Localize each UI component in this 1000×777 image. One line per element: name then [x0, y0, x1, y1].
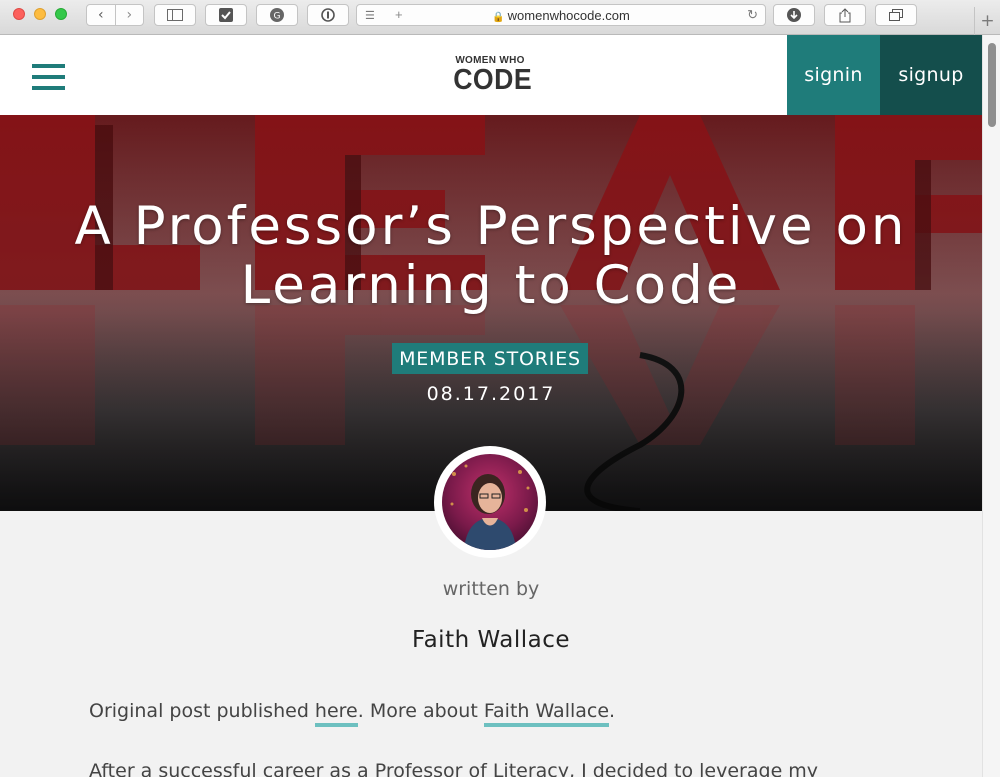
minimize-window-icon[interactable]	[34, 8, 46, 20]
back-icon[interactable]: ‹	[87, 5, 116, 25]
forward-icon[interactable]: ›	[116, 5, 144, 25]
author-name[interactable]: Faith Wallace	[0, 627, 982, 653]
address-url: 🔒 womenwhocode.com	[357, 8, 765, 23]
intro-text-middle: . More about	[357, 700, 484, 722]
sidebar-icon	[167, 9, 183, 21]
site-logo[interactable]: WOMEN WHO CODE	[450, 55, 533, 96]
new-tab-plus: +	[980, 11, 995, 31]
checklist-extension-button[interactable]	[205, 4, 247, 26]
article-title: A Professor’s Perspective on Learning to…	[0, 197, 982, 315]
address-bar[interactable]: ☰ + 🔒 womenwhocode.com ↻	[356, 4, 766, 26]
written-by-label: written by	[442, 578, 540, 600]
lock-icon: 🔒	[492, 12, 505, 23]
share-button[interactable]	[824, 4, 866, 26]
author-profile-link[interactable]: Faith Wallace	[483, 700, 610, 727]
tab-overview-button[interactable]	[875, 4, 917, 26]
logo-main-text: CODE	[453, 64, 533, 96]
history-nav: ‹ ›	[86, 4, 144, 26]
tabs-icon	[889, 9, 903, 21]
intro-text-after: .	[609, 700, 616, 722]
signin-button[interactable]: signin	[787, 35, 880, 115]
zoom-window-icon[interactable]	[55, 8, 67, 20]
browser-toolbar: ‹ › G ☰ + 🔒 womenwhocode.com ↻ +	[0, 0, 1000, 35]
sidebar-toggle-button[interactable]	[154, 4, 196, 26]
site-header: WOMEN WHO CODE signin signup	[0, 35, 982, 115]
intro-text-before: Original post published	[89, 700, 315, 722]
1password-icon	[321, 8, 335, 22]
reload-icon[interactable]: ↻	[747, 7, 758, 23]
signup-button[interactable]: signup	[880, 35, 982, 115]
scrollbar-thumb[interactable]	[988, 43, 996, 127]
page-scrollbar[interactable]	[982, 35, 1000, 777]
article-paragraph-body: After a successful career as a Professor…	[89, 760, 819, 777]
author-avatar[interactable]	[434, 446, 546, 558]
close-window-icon[interactable]	[13, 8, 25, 20]
grammarly-extension-button[interactable]: G	[256, 4, 298, 26]
grammarly-icon: G	[270, 8, 284, 22]
article-title-line1: A Professor’s Perspective on	[74, 196, 908, 257]
hamburger-menu-icon[interactable]	[32, 64, 65, 90]
downloads-button[interactable]	[773, 4, 815, 26]
publish-date: 08.17.2017	[426, 383, 556, 405]
share-icon	[839, 7, 851, 22]
svg-text:G: G	[274, 12, 281, 22]
checkbox-icon	[219, 8, 233, 22]
download-icon	[787, 8, 801, 22]
original-post-link[interactable]: here	[314, 700, 358, 727]
author-photo	[442, 454, 538, 550]
article-paragraph-intro: Original post published here. More about…	[89, 697, 869, 727]
password-extension-button[interactable]	[307, 4, 349, 26]
url-text: womenwhocode.com	[507, 8, 630, 23]
new-tab-button[interactable]: +	[974, 7, 1000, 35]
category-badge[interactable]: MEMBER STORIES	[392, 343, 588, 374]
article-title-line2: Learning to Code	[240, 255, 742, 316]
